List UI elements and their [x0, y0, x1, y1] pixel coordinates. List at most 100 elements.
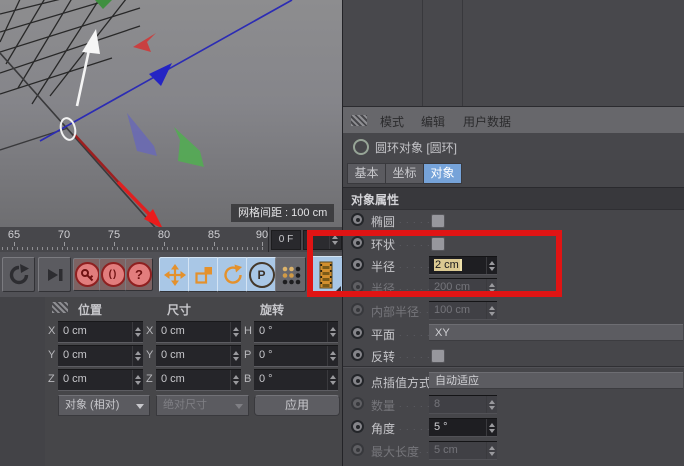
viewport-scene [0, 0, 342, 227]
loop-playback-button[interactable] [2, 257, 35, 292]
keyframe-dot-icon[interactable] [351, 326, 364, 339]
keyframe-dot-icon[interactable] [351, 348, 364, 361]
handle-green-top [95, 0, 112, 9]
stepper[interactable] [486, 279, 497, 296]
stepper[interactable] [230, 322, 241, 342]
stepper[interactable] [486, 419, 497, 436]
size-z-field[interactable]: 0 cm [156, 369, 241, 391]
attribute-menubar: 模式 编辑 用户数据 [343, 107, 684, 133]
ring-checkbox[interactable] [431, 237, 445, 251]
keyframe-dot-icon[interactable] [351, 374, 364, 387]
key-parameter-button[interactable]: P [246, 257, 277, 292]
menu-mode[interactable]: 模式 [380, 113, 404, 130]
stepper[interactable] [230, 370, 241, 390]
stepper[interactable] [132, 370, 143, 390]
record-key-button[interactable] [73, 258, 101, 291]
question-icon: ? [127, 262, 152, 287]
reverse-checkbox[interactable] [431, 349, 445, 363]
coordinates-panel: 位置 尺寸 旋转 X 0 cm X 0 cm H 0 ° Y 0 cm Y 0 … [45, 297, 342, 466]
attribute-manager: 模式 编辑 用户数据 圆环对象 [圆环] 基本 坐标 对象 对象属性 椭圆 . … [342, 0, 684, 466]
tab-object[interactable]: 对象 [423, 163, 462, 184]
move-icon [164, 264, 186, 286]
tab-coordinates[interactable]: 坐标 [385, 163, 424, 184]
keying-settings-button[interactable] [275, 257, 306, 292]
axis-label: Y [48, 349, 55, 361]
object-title-row: 圆环对象 [圆环] [343, 133, 684, 160]
keyframe-dot-icon[interactable] [351, 236, 364, 249]
max-length-input[interactable]: 5 cm [429, 441, 497, 460]
keyframe-dot-icon[interactable] [351, 420, 364, 433]
keyframe-dot-icon[interactable] [351, 280, 364, 293]
keyframe-dot-icon[interactable] [351, 443, 364, 456]
rotate-icon [222, 264, 244, 286]
plane-dropdown[interactable]: XY [429, 324, 683, 341]
key-rotation-button[interactable] [217, 257, 248, 292]
inner-radius-input[interactable]: 100 cm [429, 301, 497, 320]
y-axis-arrowhead [82, 29, 100, 54]
selected-value: 2 cm [434, 259, 462, 271]
keyframe-dot-icon[interactable] [351, 303, 364, 316]
frame-stepper[interactable] [329, 231, 340, 249]
apply-button[interactable]: 应用 [254, 395, 340, 416]
position-y-field[interactable]: 0 cm [58, 345, 143, 367]
dots-grid-icon [280, 264, 302, 286]
position-z-field[interactable]: 0 cm [58, 369, 143, 391]
keyframe-dot-icon[interactable] [351, 258, 364, 271]
object-properties-header: 对象属性 [343, 187, 684, 210]
keyframe-selection-button[interactable]: ? [125, 258, 153, 291]
angle-input[interactable]: 5 ° [429, 418, 497, 437]
object-manager-area[interactable] [343, 0, 684, 107]
timeline-ruler[interactable]: 65 70 75 80 85 90 0 F [0, 227, 342, 253]
menu-edit[interactable]: 编辑 [421, 113, 445, 130]
panel-grip[interactable] [52, 302, 68, 313]
tab-basic[interactable]: 基本 [347, 163, 386, 184]
interpolation-dropdown[interactable]: 自动适应 [429, 372, 683, 389]
radius-input[interactable]: 2 cm [429, 256, 497, 275]
stepper[interactable] [132, 322, 143, 342]
stepper[interactable] [327, 346, 338, 366]
coordinate-mode-dropdown[interactable]: 对象 (相对) [58, 395, 150, 416]
rotation-h-field[interactable]: 0 ° [254, 321, 338, 343]
stepper[interactable] [486, 302, 497, 319]
outer-radius-input[interactable]: 200 cm [429, 278, 497, 297]
axis-label: Z [48, 373, 55, 385]
cinema4d-window: 网格间距 : 100 cm 65 70 75 80 85 90 0 F [0, 0, 684, 466]
rotation-p-field[interactable]: 0 ° [254, 345, 338, 367]
stepper[interactable] [132, 346, 143, 366]
frame-stepper-field[interactable] [303, 230, 342, 250]
key-position-button[interactable] [159, 257, 190, 292]
menu-user-data[interactable]: 用户数据 [463, 113, 511, 130]
panel-grip[interactable] [351, 115, 367, 126]
handle-green [174, 127, 204, 167]
bottom-left-panel [0, 297, 46, 466]
stepper[interactable] [230, 346, 241, 366]
size-x-field[interactable]: 0 cm [156, 321, 241, 343]
property-row-plane: 平面 . . . . . XY [343, 322, 684, 344]
loop-icon [8, 264, 30, 286]
size-y-field[interactable]: 0 cm [156, 345, 241, 367]
timeline-tick: 65 [2, 229, 26, 241]
ellipse-checkbox[interactable] [431, 214, 445, 228]
viewport-3d[interactable]: 网格间距 : 100 cm [0, 0, 342, 228]
stepper[interactable] [486, 396, 497, 413]
stepper[interactable] [327, 370, 338, 390]
current-frame-field[interactable]: 0 F [271, 230, 301, 250]
axis-label: Y [146, 349, 153, 361]
keyframe-dot-icon[interactable] [351, 397, 364, 410]
size-mode-dropdown[interactable]: 绝对尺寸 [156, 395, 249, 416]
position-x-field[interactable]: 0 cm [58, 321, 143, 343]
rotation-b-field[interactable]: 0 ° [254, 369, 338, 391]
autokey-button[interactable]: () [99, 258, 127, 291]
timeline-window-button[interactable] [309, 256, 343, 294]
section-divider [343, 366, 684, 368]
key-scale-button[interactable] [188, 257, 219, 292]
number-input[interactable]: 8 [429, 395, 497, 414]
property-row-number: 数量 . . . . . 8 [343, 393, 684, 415]
goto-end-button[interactable] [38, 257, 71, 292]
stepper[interactable] [486, 442, 497, 459]
animation-toolbar: () ? [0, 252, 342, 298]
stepper[interactable] [327, 322, 338, 342]
grid-spacing-label: 网格间距 : 100 cm [231, 204, 334, 222]
stepper[interactable] [486, 257, 497, 274]
keyframe-dot-icon[interactable] [351, 213, 364, 226]
